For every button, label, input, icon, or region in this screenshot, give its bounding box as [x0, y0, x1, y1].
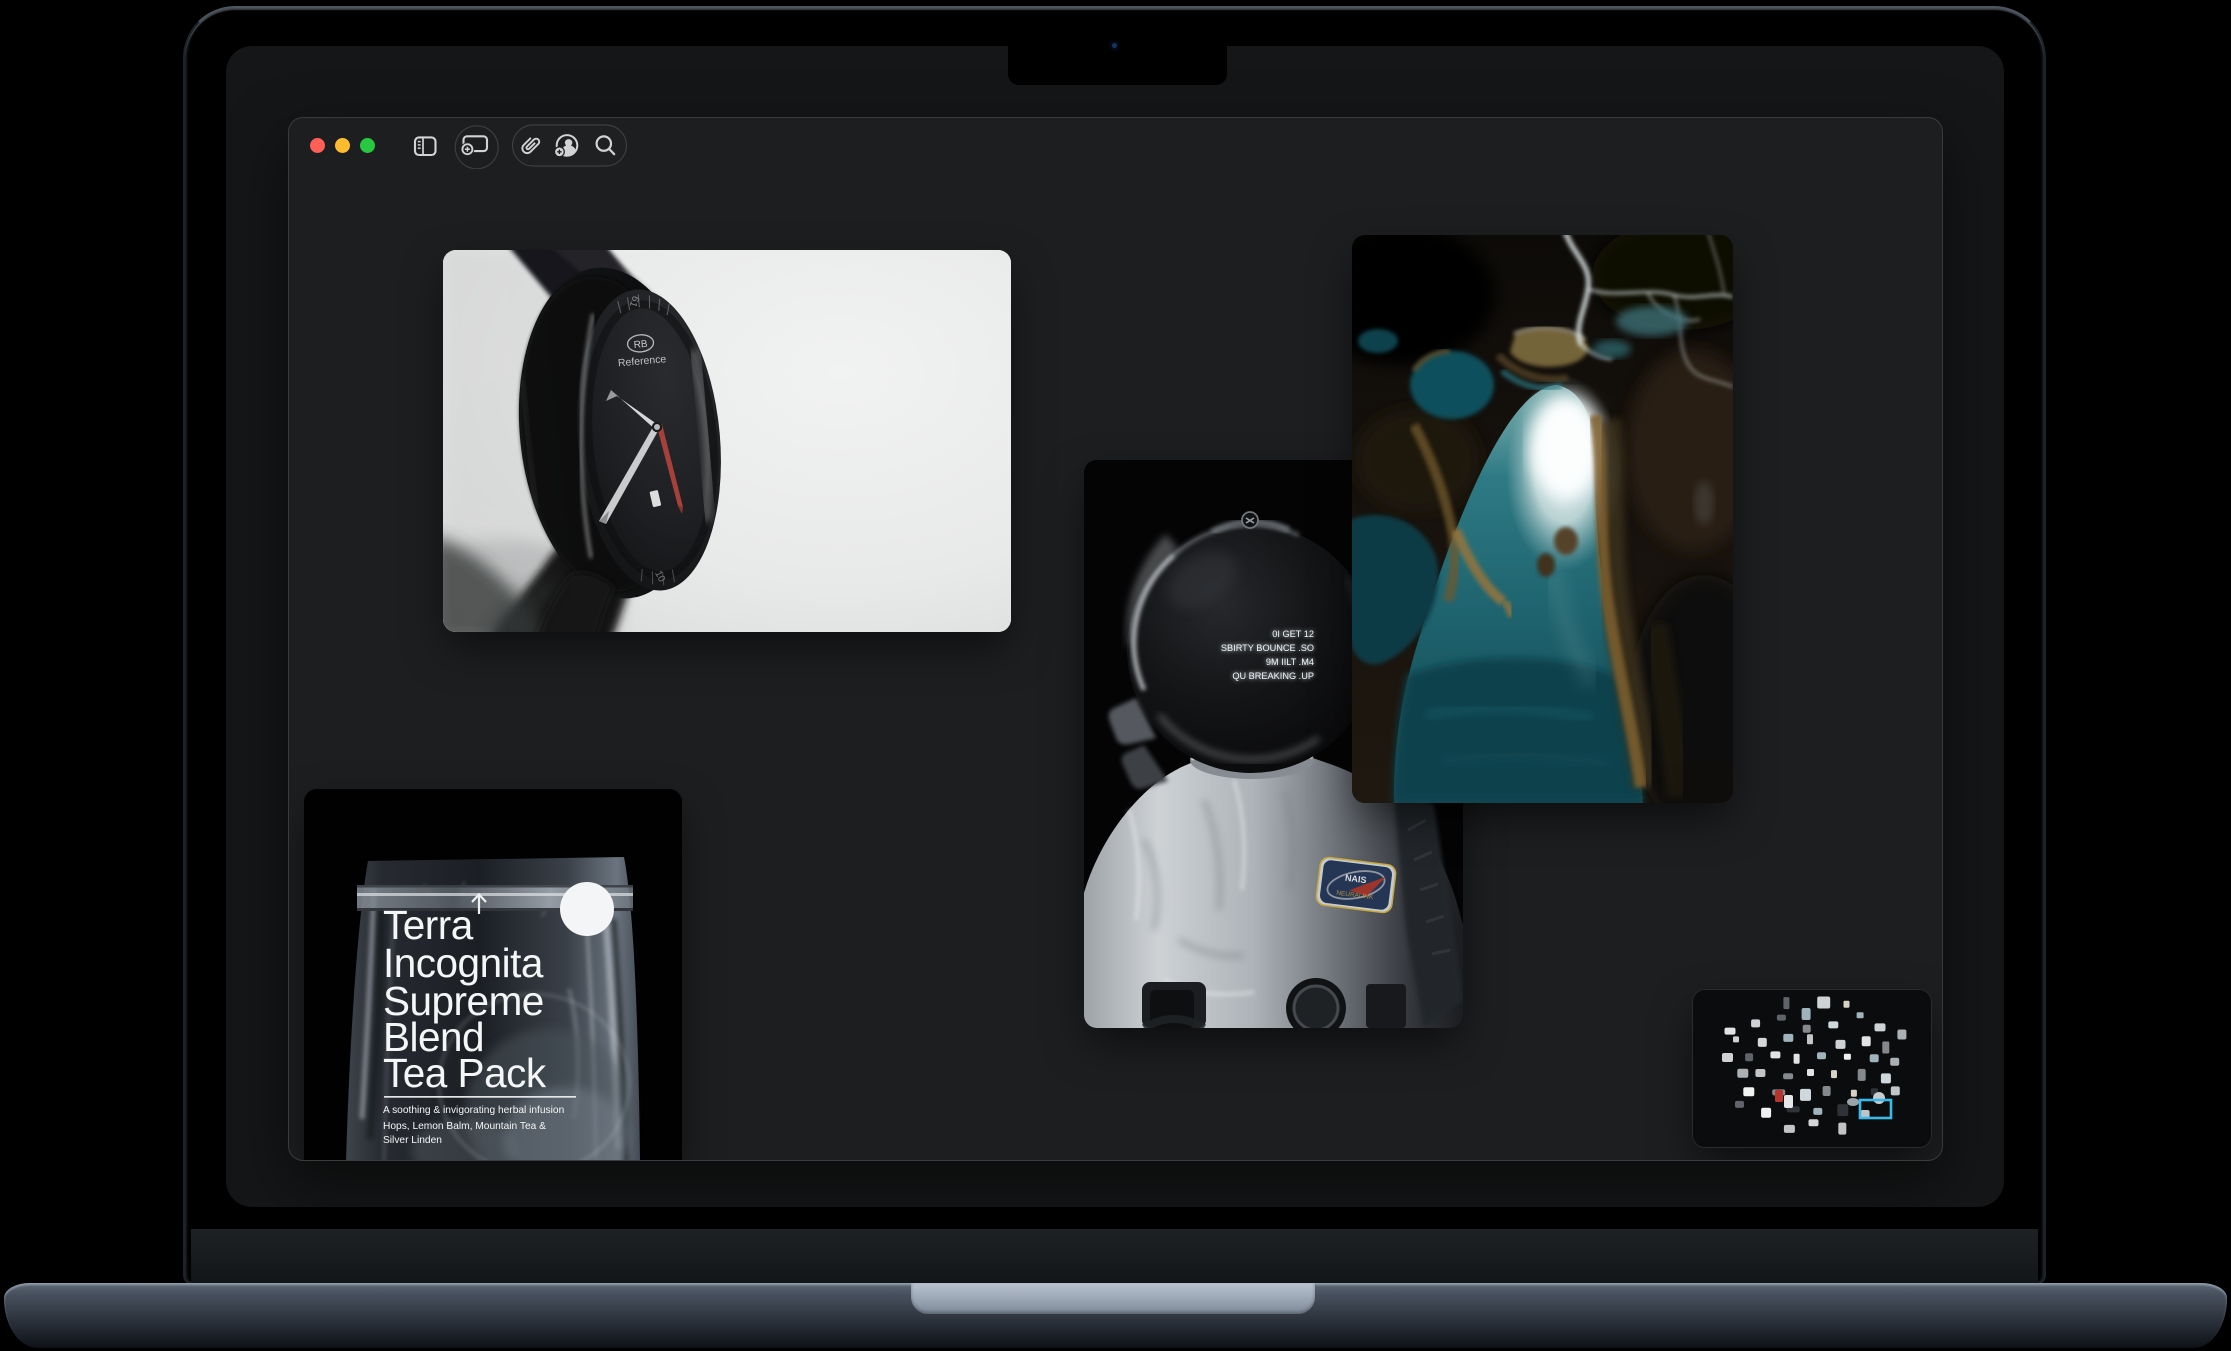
svg-text:QU BREAKING .UP: QU BREAKING .UP [1232, 671, 1314, 681]
svg-text:Hops, Lemon Balm, Mountain Tea: Hops, Lemon Balm, Mountain Tea & [383, 1121, 546, 1132]
svg-text:SBIRTY BOUNCE .SO: SBIRTY BOUNCE .SO [1221, 643, 1314, 653]
svg-text:9M IILT .M4: 9M IILT .M4 [1266, 657, 1314, 667]
svg-text:0I GET 12: 0I GET 12 [1272, 629, 1314, 639]
svg-text:Tea Pack: Tea Pack [383, 1050, 547, 1096]
svg-text:Silver Linden: Silver Linden [383, 1135, 442, 1146]
svg-text:RB: RB [633, 339, 648, 351]
svg-text:A soothing & invigorating herb: A soothing & invigorating herbal infusio… [383, 1105, 564, 1116]
